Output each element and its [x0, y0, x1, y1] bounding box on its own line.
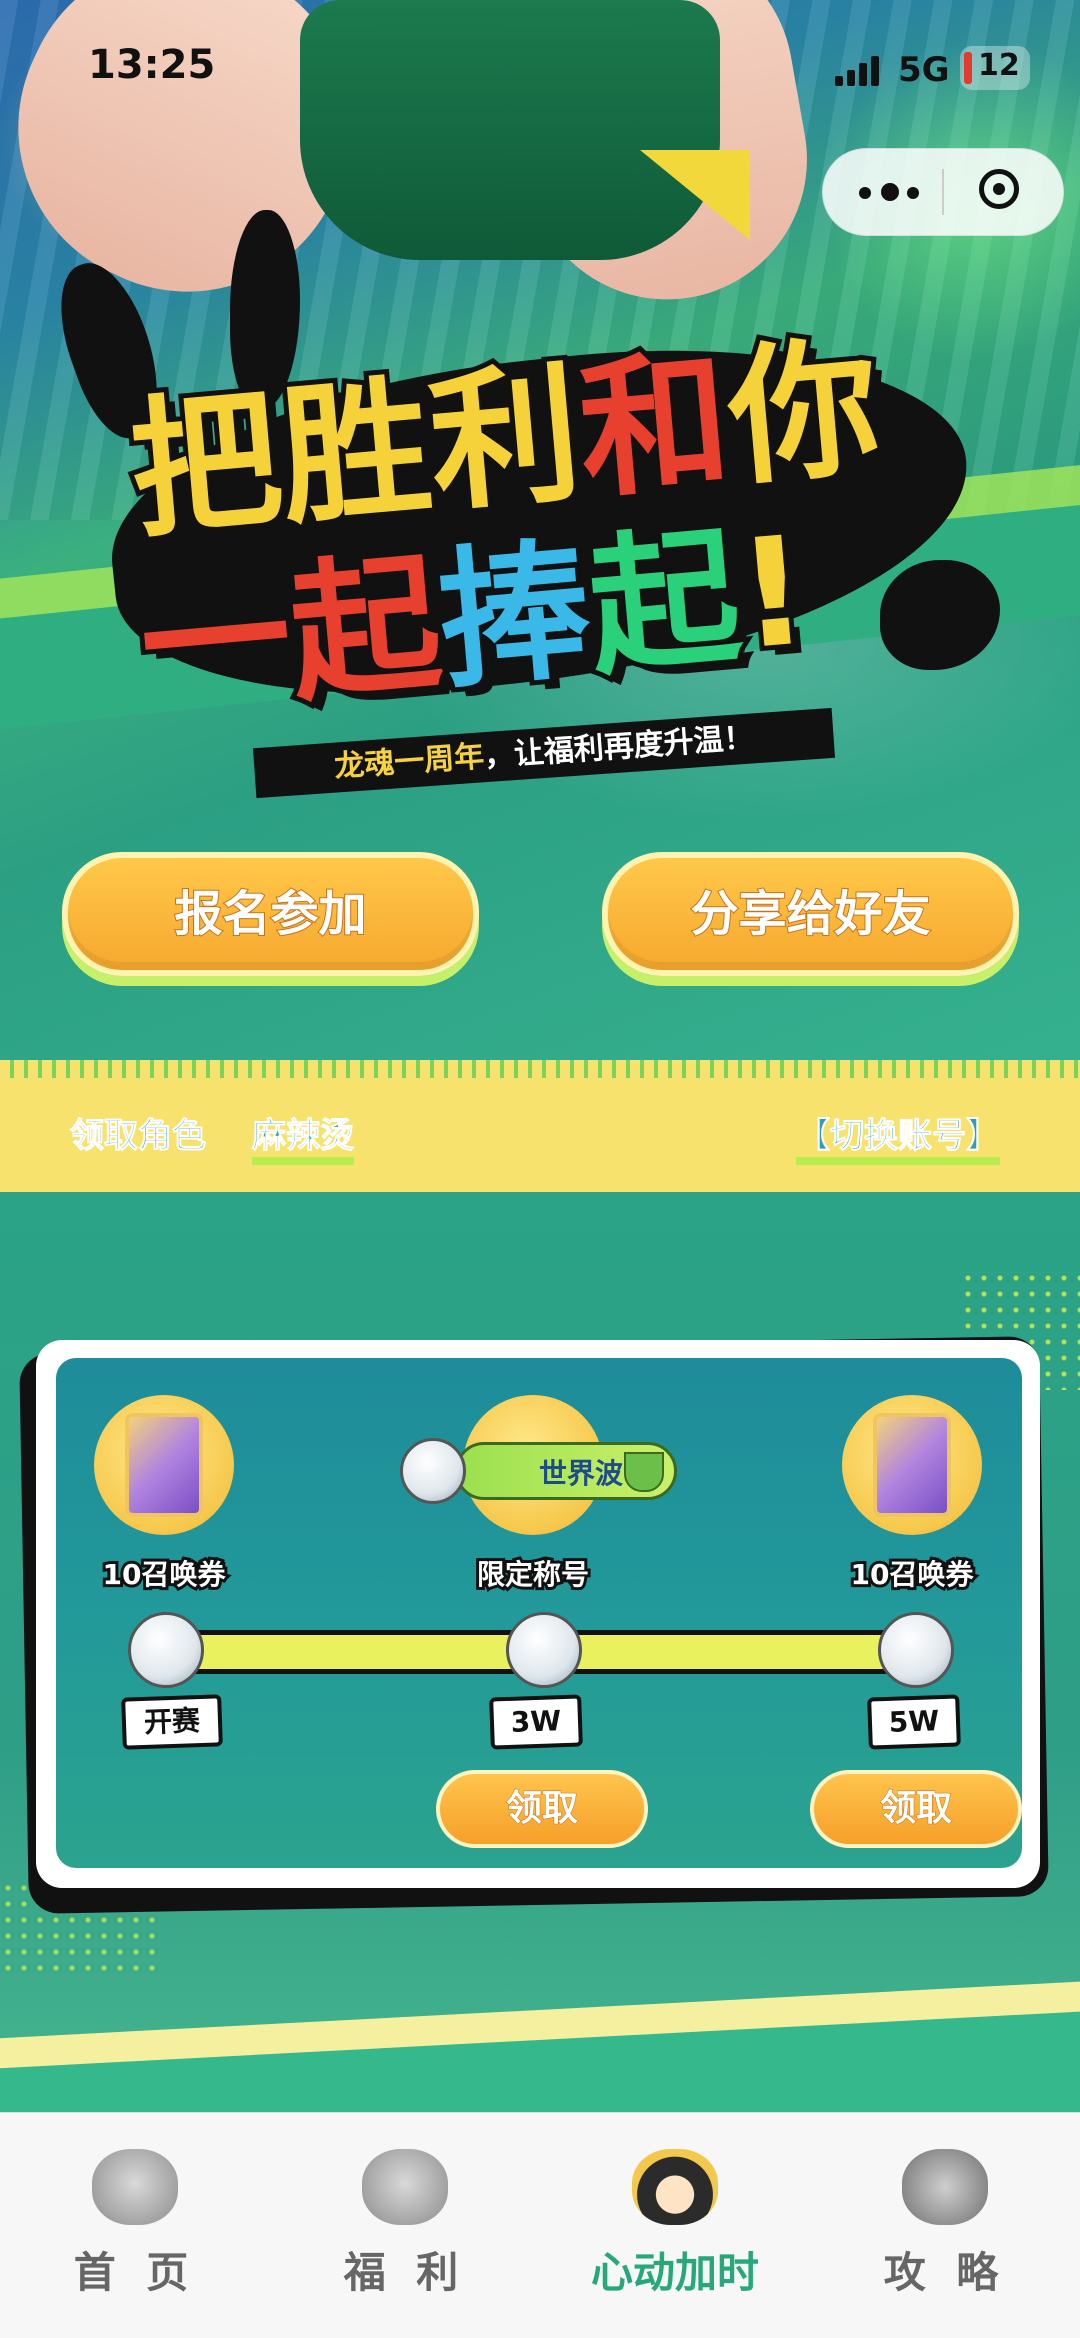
- tab-welfare[interactable]: 福 利: [270, 2113, 540, 2338]
- mascot-guide-icon: [902, 2149, 988, 2225]
- share-button[interactable]: 分享给好友: [602, 852, 1019, 976]
- account-bar-edge: [0, 1060, 1080, 1078]
- milestone-ball-icon: [506, 1612, 582, 1688]
- milestone-ball-icon: [128, 1612, 204, 1688]
- milestone-label: 3W: [489, 1694, 583, 1750]
- reward-coin: [842, 1395, 982, 1535]
- milestone-label: 5W: [867, 1694, 961, 1750]
- title-char: 你: [717, 316, 892, 512]
- reward-coin: [94, 1395, 234, 1535]
- subtitle-text: ，让福利再度升温！: [482, 720, 755, 775]
- signup-button[interactable]: 报名参加: [62, 852, 479, 976]
- character-avatar-icon: [632, 2149, 718, 2225]
- tab-label: 福 利: [343, 2248, 467, 2297]
- more-icon[interactable]: [859, 179, 921, 203]
- network-label: 5G: [898, 50, 950, 90]
- title-char: 起: [577, 505, 752, 701]
- trophy-icon: [624, 1452, 664, 1492]
- tab-label: 心动加时: [590, 2248, 759, 2297]
- bottom-tab-bar: 首 页 福 利 心动加时 攻 略: [0, 2112, 1080, 2338]
- title-char: 起: [278, 531, 453, 727]
- claim-button-3w[interactable]: 领取: [436, 1770, 648, 1848]
- ink-splat: [880, 560, 1000, 670]
- mascot-welfare-icon: [362, 2149, 448, 2225]
- soccer-ball-icon: [400, 1438, 466, 1504]
- reward-label: 10召唤券: [848, 1555, 977, 1594]
- battery-level: [964, 52, 972, 84]
- capsule-divider: [942, 169, 944, 215]
- battery-percent: 12: [978, 48, 1020, 83]
- reward-label: 10召唤券: [100, 1555, 229, 1594]
- close-target-icon[interactable]: [979, 169, 1019, 209]
- role-name: 麻辣烫: [252, 1108, 355, 1165]
- title-char: 利: [418, 342, 593, 538]
- title-char: 一: [129, 544, 304, 740]
- tab-heartbeat-overtime[interactable]: 心动加时: [540, 2113, 810, 2338]
- summon-card-icon: [873, 1413, 951, 1517]
- tab-guide[interactable]: 攻 略: [810, 2113, 1080, 2338]
- milestone-label: 开赛: [121, 1694, 223, 1750]
- title-char: 胜: [268, 355, 443, 551]
- status-time: 13:25: [88, 42, 216, 88]
- title-char: 捧: [428, 518, 603, 714]
- tab-home[interactable]: 首 页: [0, 2113, 270, 2338]
- mascot-home-icon: [92, 2149, 178, 2225]
- summon-card-icon: [125, 1413, 203, 1517]
- character-shorts: [300, 0, 720, 260]
- title-char: 和: [567, 329, 742, 525]
- switch-account-link[interactable]: 【切换账号】: [796, 1108, 1001, 1165]
- signal-icon: [835, 54, 879, 86]
- reward-label: 限定称号: [474, 1555, 592, 1594]
- hero-subtitle: 龙魂一周年，让福利再度升温！: [252, 707, 836, 799]
- milestone-ball-icon: [878, 1612, 954, 1688]
- tab-label: 攻 略: [883, 2248, 1007, 2297]
- title-char: !: [726, 499, 819, 688]
- account-bar: 领取角色 麻辣烫 【切换账号】: [0, 1070, 1080, 1192]
- claim-button-5w[interactable]: 领取: [810, 1770, 1022, 1848]
- tab-label: 首 页: [73, 2248, 197, 2297]
- title-char: 把: [119, 368, 294, 564]
- miniprogram-capsule: [822, 148, 1064, 236]
- subtitle-highlight: 龙魂一周年: [333, 739, 486, 785]
- role-label: 领取角色: [70, 1116, 207, 1157]
- battery-icon: 12: [960, 46, 1030, 90]
